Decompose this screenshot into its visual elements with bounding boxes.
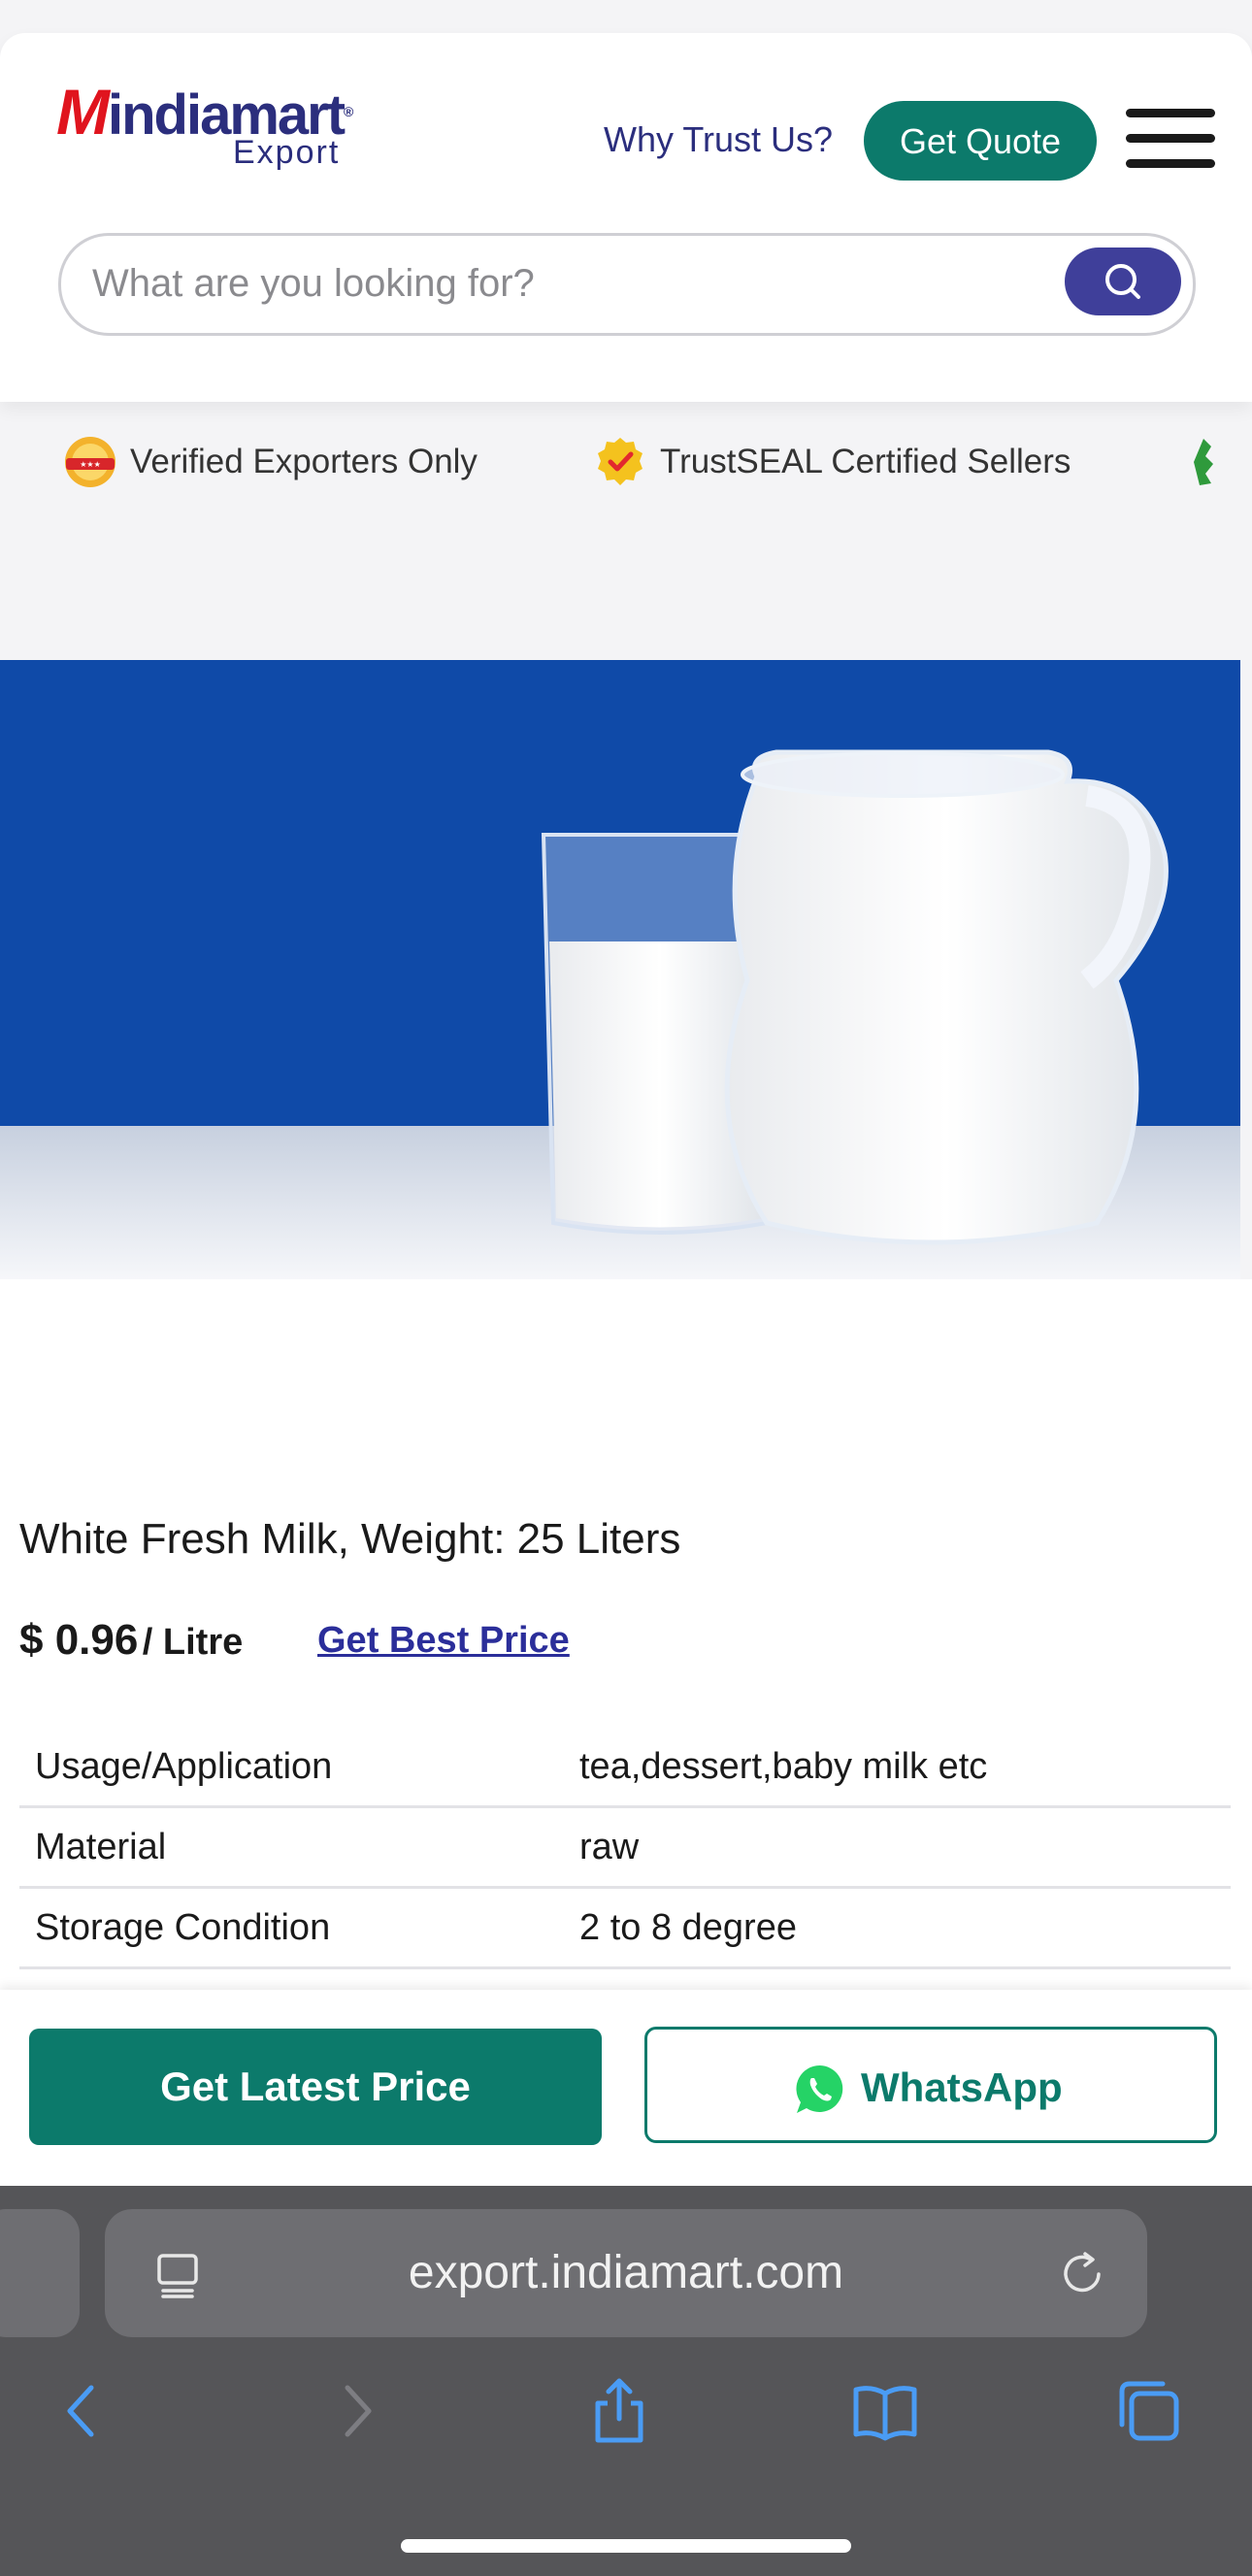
indiamart-export-logo[interactable]: Mindiamart® Export	[56, 78, 367, 204]
product-image[interactable]	[0, 660, 1240, 1279]
spec-key: Storage Condition	[35, 1907, 331, 1948]
get-best-price-link[interactable]: Get Best Price	[317, 1611, 570, 1669]
table-row: Storage Condition 2 to 8 degree	[19, 1889, 1231, 1969]
search-icon	[1105, 264, 1140, 299]
home-indicator	[401, 2539, 851, 2553]
reload-icon[interactable]	[1056, 2248, 1108, 2300]
tabs-icon[interactable]	[1114, 2376, 1184, 2446]
trust-item-label: TrustSEAL Certified Sellers	[660, 443, 1071, 480]
price-unit: / Litre	[142, 1622, 244, 1663]
spec-key: Usage/Application	[35, 1746, 333, 1787]
whatsapp-button[interactable]: WhatsApp	[644, 2027, 1217, 2143]
trustseal-icon	[598, 438, 642, 485]
whatsapp-label: WhatsApp	[861, 2064, 1063, 2110]
back-icon[interactable]	[49, 2376, 118, 2446]
browser-chrome: export.indiamart.com	[0, 2186, 1252, 2576]
logo-subtitle: Export	[233, 134, 341, 171]
spec-table: Usage/Application tea,dessert,baby milk …	[19, 1728, 1231, 1998]
forward-icon	[345, 2385, 372, 2437]
whatsapp-icon	[796, 2064, 843, 2113]
address-bar[interactable]: export.indiamart.com	[105, 2209, 1147, 2337]
milk-image-illustration	[0, 660, 1240, 1279]
bookmarks-icon[interactable]	[850, 2376, 920, 2446]
search-input[interactable]	[90, 253, 1065, 314]
previous-tab-preview[interactable]	[0, 2209, 80, 2337]
price-row: $ 0.96 / Litre Get Best Price	[19, 1611, 570, 1669]
sticky-action-bar: Get Latest Price WhatsApp	[0, 1990, 1252, 2186]
spec-value: raw	[579, 1827, 640, 1867]
share-icon[interactable]	[584, 2376, 654, 2446]
verified-badge-icon: ★★★	[65, 437, 115, 487]
get-quote-button[interactable]: Get Quote	[864, 101, 1097, 181]
search-bar	[58, 233, 1196, 336]
spec-value: tea,dessert,baby milk etc	[579, 1746, 988, 1787]
spec-value: 2 to 8 degree	[579, 1907, 797, 1948]
trust-item-label: Verified Exporters Only	[130, 443, 478, 480]
table-row: Material raw	[19, 1808, 1231, 1889]
url-text: export.indiamart.com	[408, 2247, 844, 2298]
why-trust-us-link[interactable]: Why Trust Us?	[604, 118, 833, 161]
site-header: Mindiamart® Export Why Trust Us? Get Quo…	[0, 33, 1252, 402]
spec-key: Material	[35, 1827, 167, 1867]
product-title: White Fresh Milk, Weight: 25 Liters	[19, 1515, 681, 1563]
svg-text:★★★: ★★★	[80, 460, 101, 469]
menu-icon[interactable]	[1126, 109, 1215, 169]
get-latest-price-button[interactable]: Get Latest Price	[29, 2029, 602, 2145]
search-button[interactable]	[1065, 248, 1181, 315]
table-row: Usage/Application tea,dessert,baby milk …	[19, 1728, 1231, 1808]
partial-trust-icon	[1194, 439, 1213, 485]
product-price: $ 0.96	[19, 1616, 139, 1664]
